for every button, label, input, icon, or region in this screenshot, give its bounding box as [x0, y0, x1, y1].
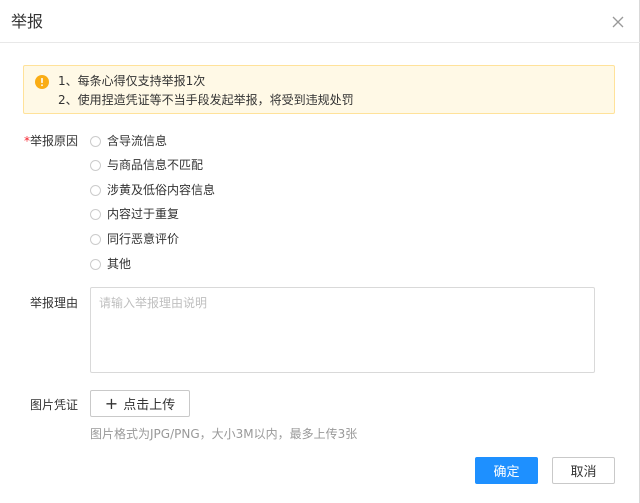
radio-circle[interactable]	[90, 159, 101, 171]
reason-option-2[interactable]: 涉黄及低俗内容信息	[90, 181, 215, 199]
upload-hint: 图片格式为JPG/PNG，大小3M以内，最多上传3张	[90, 427, 358, 441]
image-label: 图片凭证	[30, 398, 79, 412]
reason-option-label: 同行恶意评价	[107, 232, 180, 246]
radio-circle[interactable]	[90, 233, 101, 245]
report-reason-textarea[interactable]	[90, 287, 595, 373]
radio-circle[interactable]	[90, 208, 101, 220]
radio-circle[interactable]	[90, 258, 101, 270]
reason-option-0[interactable]: 含导流信息	[90, 132, 167, 150]
reason-option-label: 含导流信息	[107, 134, 168, 148]
notice-line-1: 1、每条心得仅支持举报1次	[58, 74, 206, 88]
close-icon[interactable]	[611, 15, 625, 29]
confirm-button[interactable]: 确定	[475, 457, 538, 484]
notice-line-2: 2、使用捏造凭证等不当手段发起举报，将受到违规处罚	[58, 93, 354, 107]
warning-icon	[35, 75, 49, 89]
reason-option-5[interactable]: 其他	[90, 255, 131, 273]
radio-circle[interactable]	[90, 135, 101, 147]
detail-label: 举报理由	[30, 296, 79, 310]
cancel-button[interactable]: 取消	[552, 457, 615, 484]
reason-option-3[interactable]: 内容过于重复	[90, 205, 179, 223]
dialog-title: 举报	[11, 12, 44, 31]
plus-icon: +	[104, 393, 119, 413]
report-dialog: 举报 1、每条心得仅支持举报1次 2、使用捏造凭证等不当手段发起举报，将受到违规…	[0, 0, 640, 503]
reason-option-label: 其他	[107, 257, 132, 271]
reason-option-1[interactable]: 与商品信息不匹配	[90, 156, 203, 174]
upload-button-label: 点击上传	[123, 398, 176, 413]
reason-option-4[interactable]: 同行恶意评价	[90, 230, 179, 248]
reason-label-text: 举报原因	[30, 134, 79, 148]
reason-option-label: 与商品信息不匹配	[107, 158, 204, 172]
reason-option-label: 内容过于重复	[107, 207, 180, 221]
dialog-header: 举报	[0, 0, 640, 43]
notice-banner: 1、每条心得仅支持举报1次 2、使用捏造凭证等不当手段发起举报，将受到违规处罚	[23, 65, 615, 114]
reason-label: *举报原因	[24, 133, 78, 149]
reason-option-label: 涉黄及低俗内容信息	[107, 183, 216, 197]
upload-button[interactable]: + 点击上传	[90, 390, 190, 417]
radio-circle[interactable]	[90, 184, 101, 196]
